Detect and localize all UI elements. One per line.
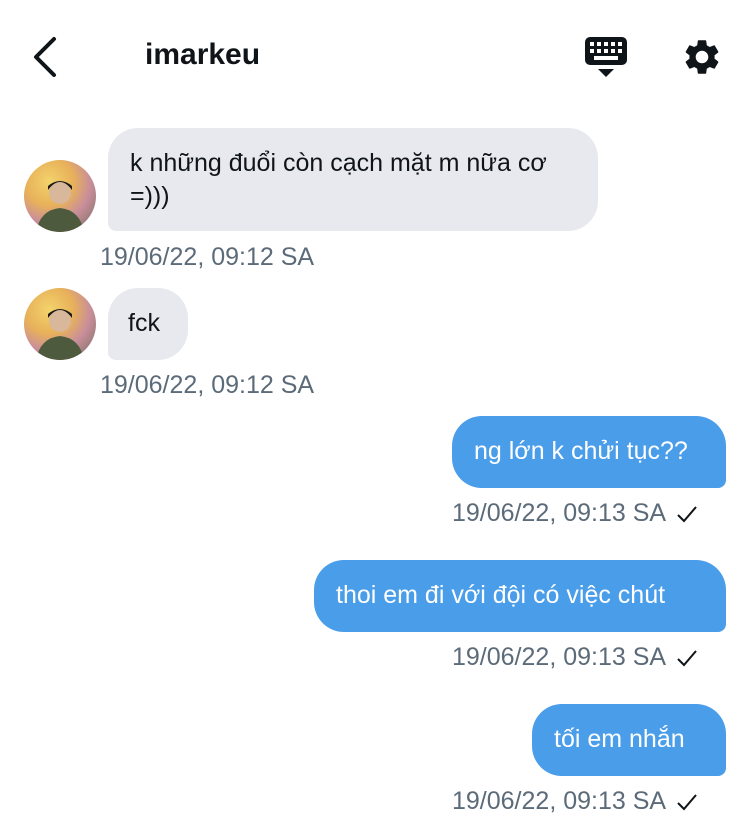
message-timestamp: 19/06/22, 09:13 SA [452, 787, 667, 815]
keyboard-icon [585, 37, 627, 77]
message-meta: 19/06/22, 09:13 SA [452, 787, 698, 816]
message-timestamp: 19/06/22, 09:13 SA [452, 499, 667, 527]
avatar-image [36, 181, 84, 232]
message-bubble-outgoing[interactable]: tối em nhắn [532, 704, 726, 776]
chevron-left-icon [34, 37, 56, 77]
avatar[interactable] [24, 160, 96, 232]
message-timestamp: 19/06/22, 09:13 SA [452, 643, 667, 671]
conversation-title[interactable]: imarkeu [145, 38, 260, 72]
message-meta: 19/06/22, 09:13 SA [452, 643, 698, 672]
keyboard-button[interactable] [584, 36, 628, 80]
dm-conversation-screen: imarkeu k những đuổi còn cạch mặt m nữa … [0, 0, 750, 829]
message-timestamp: 19/06/22, 09:12 SA [100, 243, 315, 271]
settings-button[interactable] [681, 36, 723, 78]
conversation-header: imarkeu [0, 0, 750, 110]
checkmark-icon [677, 649, 697, 666]
message-timestamp: 19/06/22, 09:12 SA [100, 371, 315, 399]
message-bubble-incoming[interactable]: fck [108, 288, 188, 360]
checkmark-icon [677, 793, 697, 810]
checkmark-icon [677, 505, 697, 522]
message-meta: 19/06/22, 09:13 SA [452, 499, 698, 528]
message-bubble-incoming[interactable]: k những đuổi còn cạch mặt m nữa cơ =))) [108, 128, 598, 231]
avatar[interactable] [24, 288, 96, 360]
back-button[interactable] [28, 36, 64, 78]
avatar-image [36, 309, 84, 360]
message-bubble-outgoing[interactable]: thoi em đi với đội có việc chút [314, 560, 726, 632]
message-bubble-outgoing[interactable]: ng lớn k chửi tục?? [452, 416, 726, 488]
gear-icon [685, 40, 719, 74]
